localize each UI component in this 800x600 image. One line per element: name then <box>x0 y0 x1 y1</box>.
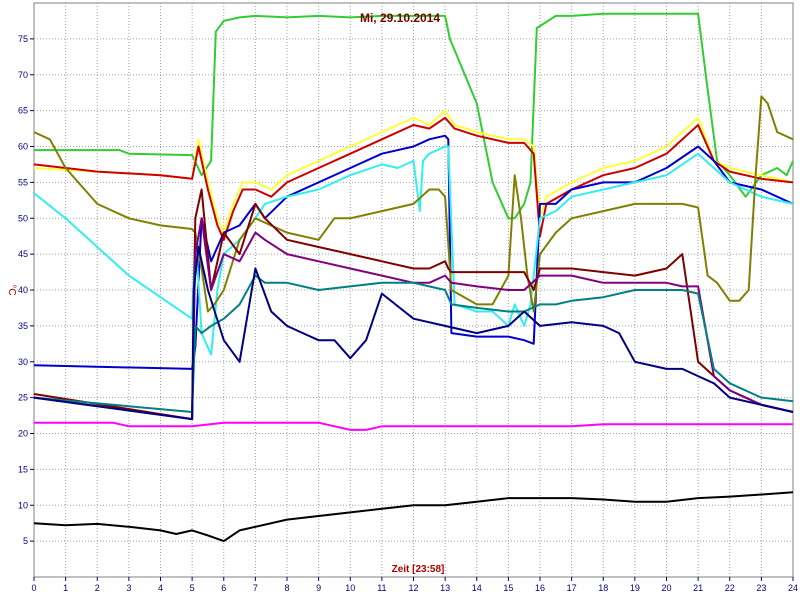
x-tick-label: 1 <box>63 583 68 593</box>
x-tick-label: 6 <box>221 583 226 593</box>
x-tick-label: 7 <box>253 583 258 593</box>
y-tick-label: 35 <box>18 321 28 331</box>
x-tick-label: 3 <box>126 583 131 593</box>
x-tick-label: 15 <box>503 583 513 593</box>
x-tick-label: 21 <box>693 583 703 593</box>
y-tick-label: 20 <box>18 429 28 439</box>
x-tick-label: 22 <box>725 583 735 593</box>
y-tick-label: 70 <box>18 70 28 80</box>
x-tick-label: 18 <box>598 583 608 593</box>
temperature-chart: 0 1 2 3 4 5 6 7 8 9 10 11 12 13 14 15 16 17 18 19 20 21 22 23 24… <box>6 2 798 593</box>
x-tick-label: 0 <box>31 583 36 593</box>
y-tick-label: 15 <box>18 464 28 474</box>
y-tick-label: 55 <box>18 177 28 187</box>
y-axis-label: °C <box>6 284 17 295</box>
x-tick-label: 13 <box>440 583 450 593</box>
y-tick-label: 5 <box>23 536 28 546</box>
x-tick-label: 24 <box>788 583 798 593</box>
y-tick-label: 50 <box>18 213 28 223</box>
series-line-1 <box>34 12 794 220</box>
x-tick-label: 2 <box>95 583 100 593</box>
x-tick-label: 23 <box>756 583 766 593</box>
x-tick-label: 10 <box>345 583 355 593</box>
y-tick-label: 65 <box>18 106 28 116</box>
y-tick-label: 45 <box>18 249 28 259</box>
x-tick-label: 12 <box>408 583 418 593</box>
y-tick-label: 30 <box>18 357 28 367</box>
x-tick-label: 4 <box>158 583 163 593</box>
chart-title: Mi, 29.10.2014 <box>360 11 440 25</box>
x-tick-label: 9 <box>316 583 321 593</box>
x-tick-label: 20 <box>661 583 671 593</box>
x-tick-label: 17 <box>567 583 577 593</box>
y-tick-label: 75 <box>18 34 28 44</box>
series-line-9 <box>33 274 794 413</box>
x-tick-label: 8 <box>284 583 289 593</box>
y-tick-label: 25 <box>18 393 28 403</box>
x-tick-label: 14 <box>472 583 482 593</box>
y-tick-label: 40 <box>18 285 28 295</box>
x-axis-label: Zeit [23:58] <box>392 564 445 575</box>
x-tick-label: 19 <box>630 583 640 593</box>
x-tick-label: 16 <box>535 583 545 593</box>
y-tick-label: 60 <box>18 142 28 152</box>
grid-lines <box>30 2 794 581</box>
x-tick-label: 11 <box>377 583 386 593</box>
y-tick-label: 10 <box>18 500 28 510</box>
x-tick-label: 5 <box>190 583 195 593</box>
